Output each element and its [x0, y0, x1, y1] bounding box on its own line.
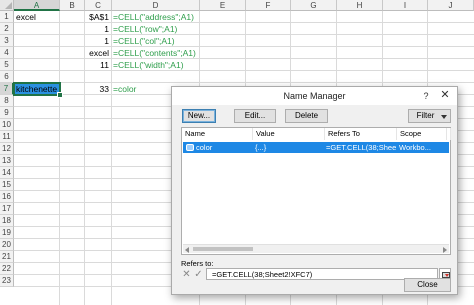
list-item-name: color — [196, 143, 213, 152]
row-header-11[interactable]: 11 — [0, 131, 14, 143]
list-item[interactable]: color {...} =GET.CELL(38;Shee... Workbo.… — [183, 142, 449, 153]
scroll-left-icon[interactable] — [185, 247, 189, 253]
confirm-edit-icon[interactable]: ✓ — [193, 269, 204, 281]
column-header-refers-to[interactable]: Refers To — [325, 128, 397, 140]
delete-button[interactable]: Delete — [285, 109, 328, 123]
new-button[interactable]: New... — [182, 109, 216, 123]
close-icon[interactable]: ✕ — [435, 88, 455, 103]
help-icon[interactable]: ? — [419, 89, 433, 103]
cell-d4[interactable]: =CELL("contents";A1) — [111, 47, 199, 59]
cell-c2[interactable]: 1 — [84, 23, 111, 35]
refers-to-label: Refers to: — [181, 259, 214, 268]
horizontal-scrollbar[interactable] — [183, 244, 449, 253]
row-header-12[interactable]: 12 — [0, 143, 14, 155]
column-header-scope[interactable]: Scope — [397, 128, 447, 140]
row-header-3[interactable]: 3 — [0, 35, 14, 47]
row-header-7[interactable]: 7 — [0, 83, 14, 95]
row-header-8[interactable]: 8 — [0, 95, 14, 107]
column-header-i[interactable]: I — [383, 0, 428, 11]
edit-button[interactable]: Edit... — [234, 109, 276, 123]
row-header-9[interactable]: 9 — [0, 107, 14, 119]
row-header-15[interactable]: 15 — [0, 179, 14, 191]
row-header-22[interactable]: 22 — [0, 263, 14, 275]
row-header-1[interactable]: 1 — [0, 11, 14, 23]
cell-a1[interactable]: excel — [14, 11, 59, 23]
column-header-d[interactable]: D — [112, 0, 200, 11]
scrollbar-thumb[interactable] — [193, 247, 253, 251]
filter-label: Filter — [416, 111, 435, 120]
list-item-value: {...} — [255, 143, 267, 152]
cell-c5[interactable]: 11 — [84, 59, 111, 71]
name-manager-dialog: Name Manager ? ✕ New... Edit... Delete F… — [171, 86, 458, 295]
row-header-4[interactable]: 4 — [0, 47, 14, 59]
row-header-2[interactable]: 2 — [0, 23, 14, 35]
row-header-19[interactable]: 19 — [0, 227, 14, 239]
list-item-refers-to: =GET.CELL(38;Shee... — [326, 143, 396, 152]
defined-name-icon — [186, 144, 194, 151]
row-header-5[interactable]: 5 — [0, 59, 14, 71]
column-header-value[interactable]: Value — [253, 128, 325, 140]
column-header-g[interactable]: G — [291, 0, 337, 11]
row-header-23[interactable]: 23 — [0, 275, 14, 287]
dialog-titlebar[interactable]: Name Manager ? ✕ — [172, 87, 457, 105]
cell-c3[interactable]: 1 — [84, 35, 111, 47]
cell-d2[interactable]: =CELL("row";A1) — [111, 23, 199, 35]
column-header-j[interactable]: J — [428, 0, 474, 11]
cell-c1[interactable]: $A$1 — [84, 11, 111, 23]
row-header-6[interactable]: 6 — [0, 71, 14, 83]
filter-dropdown-button[interactable]: Filter — [408, 109, 451, 123]
column-header-b[interactable]: B — [60, 0, 85, 11]
cell-a7-selected[interactable]: kitchenette — [13, 82, 63, 98]
row-header-13[interactable]: 13 — [0, 155, 14, 167]
row-header-21[interactable]: 21 — [0, 251, 14, 263]
row-header-16[interactable]: 16 — [0, 191, 14, 203]
dialog-title: Name Manager — [283, 91, 346, 101]
column-header-e[interactable]: E — [200, 0, 246, 11]
cell-d7[interactable]: =color — [111, 83, 171, 95]
cell-d5[interactable]: =CELL("width";A1) — [111, 59, 199, 71]
chevron-down-icon — [441, 115, 447, 119]
row-header-14[interactable]: 14 — [0, 167, 14, 179]
column-header-a[interactable]: A — [14, 0, 60, 11]
names-list[interactable]: Name Value Refers To Scope Comment color… — [181, 127, 451, 255]
select-all-corner[interactable] — [0, 0, 14, 11]
row-header-17[interactable]: 17 — [0, 203, 14, 215]
cancel-edit-icon[interactable]: ✕ — [181, 269, 192, 281]
column-header-name[interactable]: Name — [182, 128, 253, 140]
row-header-18[interactable]: 18 — [0, 215, 14, 227]
column-header-c[interactable]: C — [85, 0, 112, 11]
row-header-20[interactable]: 20 — [0, 239, 14, 251]
scroll-right-icon[interactable] — [443, 247, 447, 253]
column-header-comment[interactable]: Comment — [447, 128, 451, 140]
column-header-h[interactable]: H — [337, 0, 383, 11]
row-header-10[interactable]: 10 — [0, 119, 14, 131]
close-button[interactable]: Close — [404, 278, 451, 292]
column-header-f[interactable]: F — [246, 0, 291, 11]
cell-d3[interactable]: =CELL("col";A1) — [111, 35, 199, 47]
cell-c7[interactable]: 33 — [84, 83, 111, 95]
cell-d1[interactable]: =CELL("address";A1) — [111, 11, 199, 23]
list-item-scope: Workbo... — [399, 143, 431, 152]
cell-c4[interactable]: excel — [84, 47, 111, 59]
